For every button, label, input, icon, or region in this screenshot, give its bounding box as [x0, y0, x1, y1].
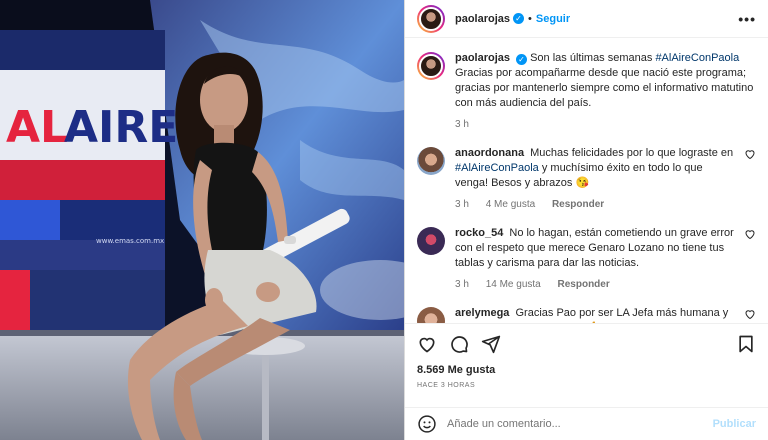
caption-text: Son las últimas semanas — [530, 52, 653, 64]
comment-text: Muchas felicidades por lo que lograste e… — [530, 147, 734, 159]
comment-time: 3 h — [455, 199, 469, 210]
emoji-icon[interactable] — [417, 414, 437, 434]
post-actions: 8.569 Me gusta HACE 3 HORAS — [405, 323, 768, 389]
comment-hashtag[interactable]: #AlAireConPaola — [455, 162, 539, 174]
add-comment-bar: Publicar — [405, 407, 768, 440]
comment-username[interactable]: arelymega — [455, 307, 509, 319]
set-website: www.emas.com.mx — [96, 237, 164, 245]
reply-button[interactable]: Responder — [552, 199, 604, 210]
comment: rocko_54 No lo hagan, están cometiendo u… — [417, 226, 756, 292]
comment-likes[interactable]: 14 Me gusta — [486, 279, 541, 290]
verified-icon: ✓ — [516, 54, 528, 65]
caption: paolarojas ✓ Son las últimas semanas #AlA… — [417, 51, 756, 132]
reply-button[interactable]: Responder — [558, 279, 610, 290]
share-send-icon[interactable] — [481, 334, 501, 354]
avatar[interactable] — [417, 147, 445, 175]
separator-dot: • — [528, 12, 532, 25]
like-heart-icon[interactable] — [417, 334, 437, 354]
post-photo[interactable]: AL AIRE www.emas.com.mx — [0, 0, 404, 440]
comment-time: 3 h — [455, 279, 469, 290]
comment-username[interactable]: anaordonana — [455, 147, 524, 159]
caption-text-2: Gracias por acompañarme desde que nació … — [455, 67, 754, 109]
comment: arelymega Gracias Pao por ser LA Jefa má… — [417, 306, 756, 323]
caption-username[interactable]: paolarojas — [455, 52, 510, 64]
comment-likes[interactable]: 4 Me gusta — [486, 199, 535, 210]
more-options-icon[interactable]: ••• — [738, 11, 756, 27]
like-comment-heart-icon[interactable] — [744, 308, 756, 320]
bookmark-icon[interactable] — [736, 334, 756, 354]
post-time: HACE 3 HORAS — [417, 382, 476, 389]
like-comment-heart-icon[interactable] — [744, 228, 756, 240]
set-logo-aire: AIRE — [64, 102, 178, 153]
avatar[interactable] — [417, 227, 445, 255]
caption-hashtag[interactable]: #AlAireConPaola — [655, 52, 739, 64]
like-comment-heart-icon[interactable] — [744, 148, 756, 160]
header-username[interactable]: paolarojas — [455, 13, 510, 25]
comment-bubble-icon[interactable] — [449, 334, 469, 354]
caption-time: 3 h — [455, 119, 469, 130]
comments-list[interactable]: paolarojas ✓ Son las últimas semanas #AlA… — [405, 39, 768, 323]
post-header: paolarojas ✓ • Seguir ••• — [405, 0, 768, 38]
likes-count[interactable]: 8.569 Me gusta — [417, 364, 756, 376]
verified-icon: ✓ — [513, 13, 525, 24]
comment: anaordonana Muchas felicidades por lo qu… — [417, 146, 756, 212]
post-comment-button[interactable]: Publicar — [713, 418, 756, 430]
set-logo-al: AL — [6, 102, 68, 153]
comment-username[interactable]: rocko_54 — [455, 227, 503, 239]
follow-button[interactable]: Seguir — [536, 13, 570, 25]
photo-scene: AL AIRE www.emas.com.mx — [0, 0, 404, 440]
avatar[interactable] — [417, 307, 445, 323]
avatar[interactable] — [417, 4, 445, 33]
post-panel: paolarojas ✓ • Seguir ••• paolarojas ✓ So… — [404, 0, 768, 440]
avatar[interactable] — [417, 52, 445, 80]
comment-input[interactable] — [447, 418, 713, 430]
